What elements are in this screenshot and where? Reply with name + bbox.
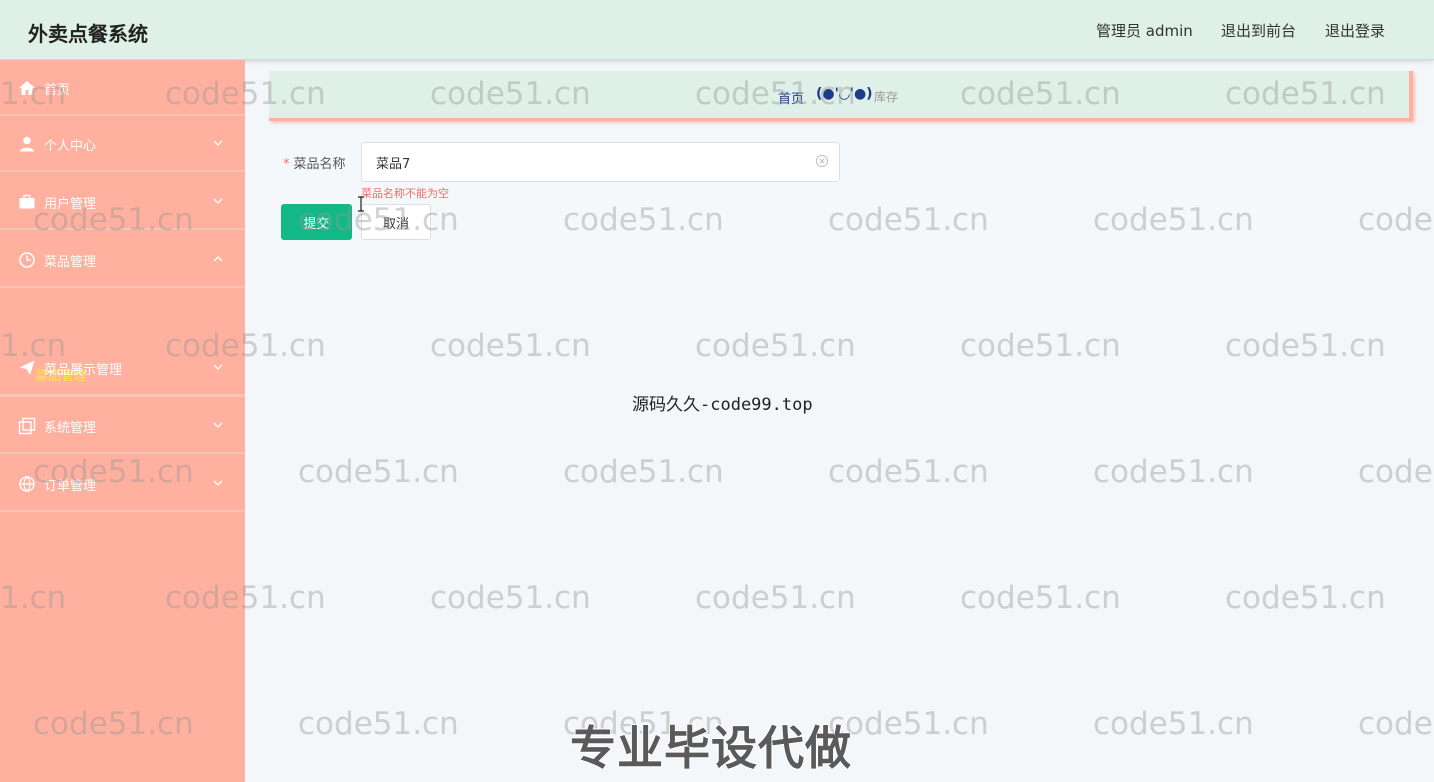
sidebar-item-label: 首页 [44, 83, 71, 98]
watermark-text: code [1358, 706, 1433, 742]
exit-to-front-link[interactable]: 退出到前台 [1221, 20, 1296, 41]
sidebar-item-dishes[interactable]: 菜品管理 [0, 232, 245, 288]
breadcrumb-separator: (●'◡'●) [816, 86, 873, 102]
user-icon [18, 135, 36, 153]
watermark-text: code51.cn [828, 454, 989, 490]
watermark-text: code51.cn [430, 580, 591, 616]
watermark-text: code51.cn [1225, 580, 1386, 616]
sidebar-item-system[interactable]: 系统管理 [0, 398, 245, 454]
watermark-text: code51.cn [298, 454, 459, 490]
chevron-down-icon [212, 416, 224, 428]
clear-icon[interactable] [815, 153, 829, 168]
dish-name-label: * 菜品名称 [283, 153, 346, 172]
breadcrumb: 首页 (●'◡'●) 库存 [269, 71, 1413, 121]
sidebar-item-label: 菜品展示管理 [44, 363, 123, 378]
sidebar-item-label: 菜品管理 [44, 255, 97, 270]
sidebar-item-label: 个人中心 [44, 139, 97, 154]
sidebar-item-orders[interactable]: 订单管理 [0, 456, 245, 512]
chevron-down-icon [212, 134, 224, 146]
overlay-caption: 源码久久-code99.top [632, 395, 813, 415]
briefcase-icon [18, 193, 36, 211]
required-mark: * [283, 157, 290, 172]
sidebar-item-home[interactable]: 首页 [0, 60, 245, 116]
dish-name-input[interactable] [361, 142, 840, 182]
top-header: 外卖点餐系统 管理员 admin 退出到前台 退出登录 [0, 0, 1434, 60]
submit-button[interactable]: 提交 [281, 204, 352, 240]
overlay-promo-text: 专业毕设代做 [569, 720, 852, 776]
dish-name-label-text: 菜品名称 [293, 157, 346, 172]
logout-link[interactable]: 退出登录 [1325, 20, 1385, 41]
sidebar-item-label: 用户管理 [44, 197, 97, 212]
watermark-text: code51.cn [430, 328, 591, 364]
sidebar-item-users[interactable]: 用户管理 [0, 174, 245, 230]
home-icon [18, 79, 36, 97]
text-cursor-icon [357, 196, 365, 212]
watermark-text: code51.cn [1225, 328, 1386, 364]
app-title: 外卖点餐系统 [28, 22, 148, 46]
breadcrumb-home-link[interactable]: 首页 [778, 88, 804, 107]
watermark-text: code51.cn [1093, 706, 1254, 742]
watermark-text: code51.cn [695, 580, 856, 616]
watermark-text: code51.cn [1093, 454, 1254, 490]
sidebar-item-label: 订单管理 [44, 479, 97, 494]
chevron-down-icon [212, 358, 224, 370]
watermark-text: code51.cn [695, 328, 856, 364]
sidebar-item-profile[interactable]: 个人中心 [0, 116, 245, 172]
globe-icon [18, 475, 36, 493]
watermark-text: code51.cn [563, 454, 724, 490]
sidebar-item-dish-display[interactable]: 菜品展示管理 [0, 340, 245, 396]
watermark-text: code51.cn [960, 580, 1121, 616]
watermark-text: code51.cn [960, 328, 1121, 364]
cancel-button[interactable]: 取消 [361, 204, 431, 240]
watermark-text: code51.cn [298, 706, 459, 742]
clock-icon [18, 251, 36, 269]
sidebar: 首页 个人中心 用户管理 菜品管理 菜品管理 菜品展示管理 系统管理 订单管理 [0, 60, 245, 782]
chevron-up-icon [212, 250, 224, 262]
copy-icon [18, 417, 36, 435]
validation-error: 菜品名称不能为空 [361, 187, 449, 200]
watermark-text: code [1358, 454, 1433, 490]
send-icon [18, 359, 36, 377]
admin-label: 管理员 admin [1096, 22, 1193, 40]
breadcrumb-current: 库存 [874, 90, 899, 104]
sidebar-item-label: 系统管理 [44, 421, 97, 436]
chevron-down-icon [212, 474, 224, 486]
watermark-text: code51.cn [828, 706, 989, 742]
chevron-down-icon [212, 192, 224, 204]
